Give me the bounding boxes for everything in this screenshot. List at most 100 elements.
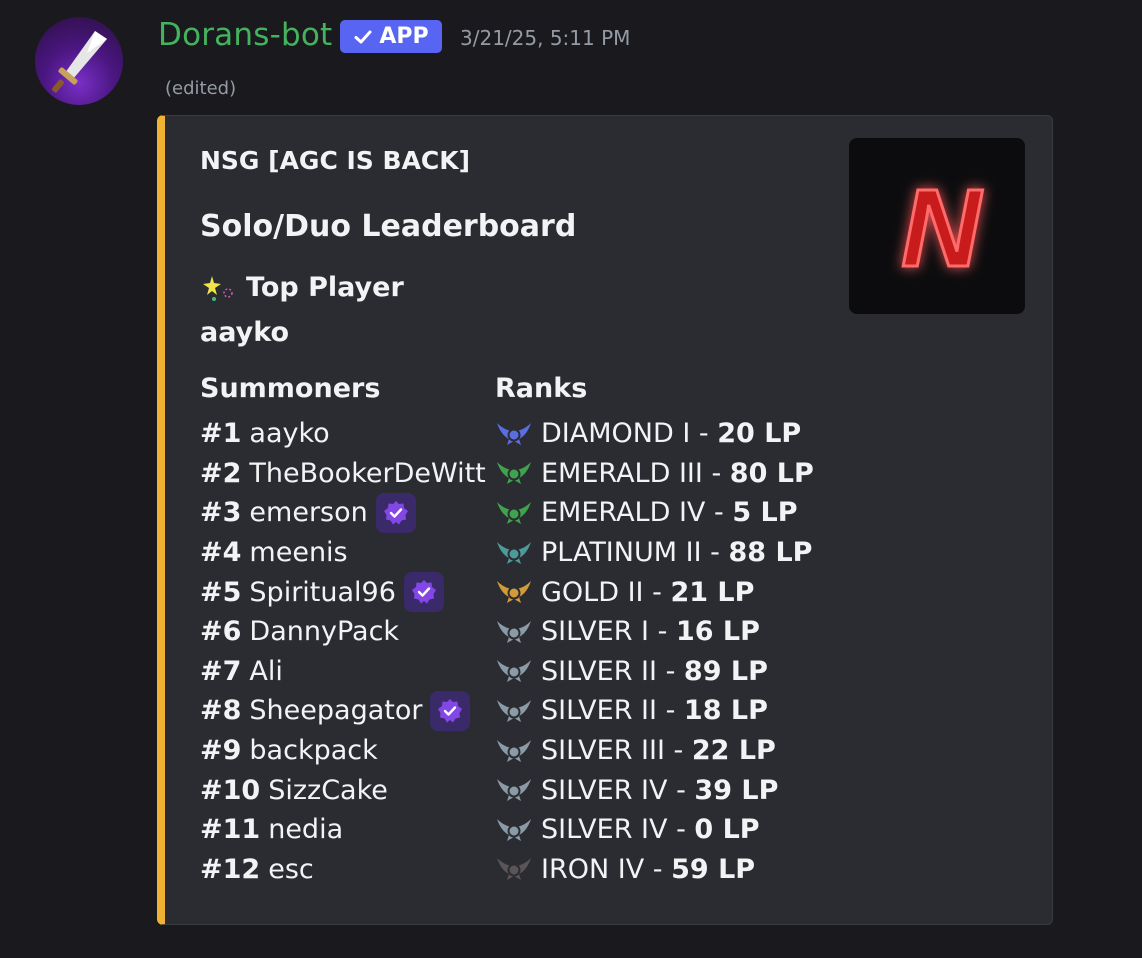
summoner-name: TheBookerDeWitt	[249, 457, 486, 489]
rank-tier: SILVER II	[541, 655, 657, 687]
summoner-name: Ali	[249, 655, 283, 687]
summoner-row: #2 TheBookerDeWitt	[200, 454, 486, 494]
rank-separator: -	[656, 695, 684, 727]
rank-lp: 21 LP	[670, 576, 755, 608]
emerald-rank-icon	[497, 462, 531, 485]
summoner-name: Spiritual96	[249, 576, 396, 608]
silver-rank-icon	[497, 699, 531, 722]
summoner-row: #8 Sheepagator	[200, 690, 486, 731]
summoner-name: aayko	[249, 418, 330, 450]
rank-separator: -	[649, 616, 676, 648]
rank-separator: -	[702, 457, 730, 489]
rank-row: SILVER I - 16 LP	[495, 612, 814, 652]
summoner-position: #9	[200, 735, 242, 767]
verified-icon	[430, 690, 471, 731]
summoner-name: esc	[268, 853, 314, 885]
summoner-row: #11 nedia	[200, 810, 486, 850]
top-player-name: aayko	[200, 317, 289, 348]
thumbnail-logo-letter: N	[901, 167, 983, 290]
rank-lp: 88 LP	[728, 537, 813, 569]
summoner-position: #8	[200, 695, 242, 727]
iron-rank-icon	[497, 858, 531, 881]
rank-tier: PLATINUM II	[541, 537, 702, 569]
gold-rank-icon	[497, 581, 531, 604]
rank-row: IRON IV - 59 LP	[495, 850, 814, 890]
rank-lp: 16 LP	[675, 616, 760, 648]
summoner-row: #7 Ali	[200, 652, 486, 692]
rank-tier: EMERALD III	[541, 457, 703, 489]
rank-tier: SILVER I	[541, 616, 650, 648]
summoner-name: Sheepagator	[249, 695, 423, 727]
sparkle-icon	[203, 275, 233, 301]
embed-author: NSG [AGC IS BACK]	[200, 146, 471, 175]
rank-tier: IRON IV	[541, 853, 645, 885]
summoner-position: #6	[200, 616, 242, 648]
rank-row: SILVER IV - 0 LP	[495, 810, 814, 850]
top-player-label: Top Player	[246, 272, 404, 303]
silver-rank-icon	[497, 660, 531, 683]
summoner-position: #3	[200, 497, 242, 529]
rank-lp: 22 LP	[691, 735, 776, 767]
bot-avatar[interactable]	[35, 17, 123, 105]
summoner-list: #1 aayko #2 TheBookerDeWitt #3 emerson #4 meeni…	[200, 414, 486, 889]
summoner-name: SizzCake	[268, 774, 388, 806]
silver-rank-icon	[497, 739, 531, 762]
rank-list: DIAMOND I - 20 LP EMERALD III - 80 LP EMER…	[495, 414, 814, 889]
summoner-row: #5 Spiritual96	[200, 572, 486, 613]
rank-row: DIAMOND I - 20 LP	[495, 414, 814, 454]
rank-tier: DIAMOND I	[541, 418, 691, 450]
summoner-row: #3 emerson	[200, 492, 486, 533]
check-icon	[354, 30, 372, 43]
rank-row: GOLD II - 21 LP	[495, 572, 814, 612]
summoner-row: #6 DannyPack	[200, 612, 486, 652]
bot-username[interactable]: Dorans-bot	[158, 17, 332, 53]
summoner-position: #12	[200, 853, 261, 885]
summoner-row: #12 esc	[200, 850, 486, 890]
summoner-position: #5	[200, 576, 242, 608]
emerald-rank-icon	[497, 501, 531, 524]
summoners-header: Summoners	[200, 373, 381, 404]
top-player-heading: Top Player	[200, 272, 404, 303]
rank-tier: SILVER IV	[541, 774, 668, 806]
rank-separator: -	[701, 537, 729, 569]
ranks-header: Ranks	[495, 373, 588, 404]
embed-thumbnail[interactable]: N	[849, 138, 1025, 314]
rank-lp: 0 LP	[694, 814, 760, 846]
summoner-row: #10 SizzCake	[200, 770, 486, 810]
summoner-name: nedia	[268, 814, 344, 846]
rank-lp: 5 LP	[732, 497, 798, 529]
app-badge-label: APP	[379, 24, 429, 49]
rank-separator: -	[667, 814, 695, 846]
summoner-name: DannyPack	[249, 616, 400, 648]
rank-row: SILVER III - 22 LP	[495, 731, 814, 771]
summoner-position: #11	[200, 814, 261, 846]
rank-tier: SILVER II	[541, 695, 657, 727]
rank-lp: 89 LP	[683, 655, 768, 687]
silver-rank-icon	[497, 779, 531, 802]
rank-row: EMERALD IV - 5 LP	[495, 493, 814, 533]
rank-row: PLATINUM II - 88 LP	[495, 533, 814, 573]
rank-lp: 59 LP	[671, 853, 756, 885]
app-badge: APP	[340, 20, 442, 53]
rank-row: SILVER IV - 39 LP	[495, 770, 814, 810]
message-timestamp[interactable]: 3/21/25, 5:11 PM	[460, 26, 630, 50]
rank-lp: 18 LP	[683, 695, 768, 727]
summoner-position: #7	[200, 655, 242, 687]
edited-indicator: (edited)	[165, 78, 237, 99]
silver-rank-icon	[497, 620, 531, 643]
rank-row: SILVER II - 18 LP	[495, 691, 814, 731]
summoner-position: #10	[200, 774, 261, 806]
summoner-row: #1 aayko	[200, 414, 486, 454]
rank-tier: EMERALD IV	[541, 497, 706, 529]
rank-separator: -	[667, 774, 695, 806]
summoner-name: backpack	[249, 735, 378, 767]
platinum-rank-icon	[497, 541, 531, 564]
summoner-row: #4 meenis	[200, 533, 486, 573]
summoner-position: #2	[200, 457, 242, 489]
rank-lp: 39 LP	[694, 774, 779, 806]
rank-separator: -	[643, 576, 671, 608]
rank-separator: -	[656, 655, 684, 687]
rank-separator: -	[690, 418, 718, 450]
rank-row: EMERALD III - 80 LP	[495, 454, 814, 494]
verified-icon	[375, 492, 416, 533]
